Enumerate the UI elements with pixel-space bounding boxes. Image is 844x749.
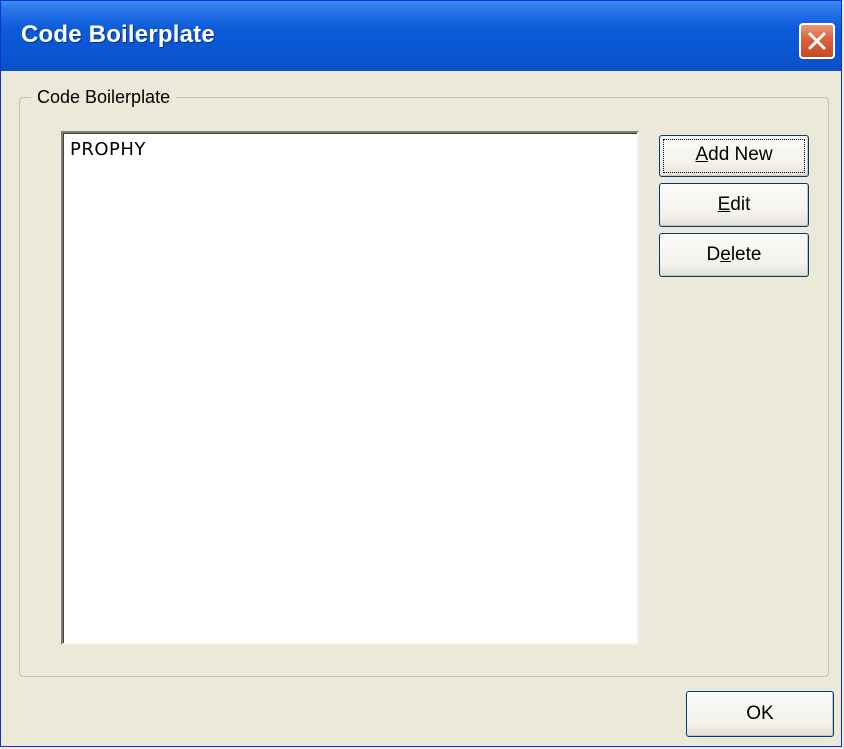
focus-rectangle — [663, 139, 805, 173]
dialog-body: Code Boilerplate PROPHY Add New Edit Del… — [1, 71, 841, 746]
delete-label-start: D — [706, 244, 721, 265]
edit-button[interactable]: Edit — [659, 183, 809, 227]
title-bar[interactable]: Code Boilerplate — [1, 1, 841, 71]
list-item[interactable]: PROPHY — [63, 133, 637, 160]
close-icon — [808, 32, 826, 50]
ok-label: OK — [746, 703, 774, 724]
close-button[interactable] — [799, 23, 835, 59]
edit-label: dit — [730, 194, 751, 215]
dialog-window: Code Boilerplate Code Boilerplate PROPHY… — [0, 0, 842, 747]
groupbox-label: Code Boilerplate — [31, 87, 177, 108]
edit-mnemonic: E — [717, 194, 731, 215]
delete-button[interactable]: Delete — [659, 233, 809, 277]
add-new-button[interactable]: Add New — [659, 135, 809, 177]
delete-mnemonic: e — [720, 244, 731, 265]
window-title: Code Boilerplate — [21, 21, 215, 48]
ok-button[interactable]: OK — [686, 691, 834, 737]
delete-label-end: lete — [730, 244, 762, 265]
boilerplate-listbox[interactable]: PROPHY — [61, 131, 639, 645]
